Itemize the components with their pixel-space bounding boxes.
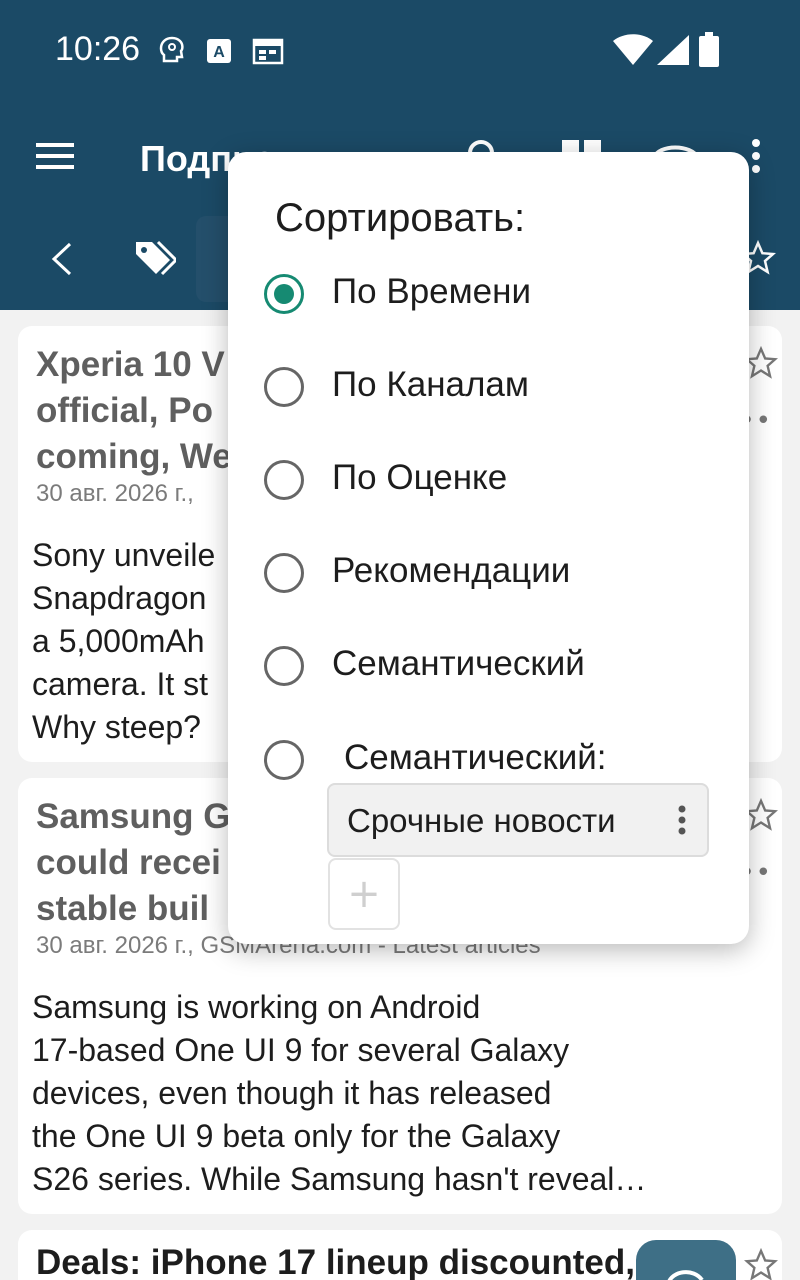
sort-option-semantic-query[interactable]: Семантический: xyxy=(264,730,734,790)
sort-option-label: Семантический: xyxy=(344,738,607,777)
overflow-menu-icon[interactable] xyxy=(751,139,761,173)
sort-dialog: Сортировать: По Времени По Каналам По Оц… xyxy=(228,152,749,944)
menu-icon[interactable] xyxy=(36,143,74,169)
radio-button[interactable] xyxy=(264,553,304,593)
favorite-star-icon[interactable] xyxy=(744,1248,778,1280)
sort-option-time[interactable]: По Времени xyxy=(264,264,734,324)
tags-icon[interactable] xyxy=(134,240,176,276)
signal-icon xyxy=(657,35,689,65)
sort-option-label: По Каналам xyxy=(332,365,529,404)
radio-button[interactable] xyxy=(264,740,304,780)
sort-option-label: Семантический xyxy=(332,644,585,683)
brain-icon xyxy=(159,36,184,63)
svg-text:A: A xyxy=(213,44,225,61)
sort-option-rating[interactable]: По Оценке xyxy=(264,450,734,510)
keyboard-a-icon: A xyxy=(207,39,231,63)
radio-button[interactable] xyxy=(264,367,304,407)
sort-option-label: По Оценке xyxy=(332,458,508,497)
refresh-fab[interactable] xyxy=(636,1240,736,1280)
sort-option-label: Рекомендации xyxy=(332,551,571,590)
sort-option-semantic[interactable]: Семантический xyxy=(264,636,734,696)
add-semantic-query-button[interactable]: + xyxy=(328,858,400,930)
sort-option-label: По Времени xyxy=(332,272,532,311)
chevron-left-icon[interactable] xyxy=(50,242,74,276)
semantic-query-chip[interactable]: Срочные новости xyxy=(327,783,709,857)
favorite-star-icon[interactable] xyxy=(744,346,778,380)
sort-option-channels[interactable]: По Каналам xyxy=(264,357,734,417)
wifi-icon xyxy=(613,34,653,65)
sort-dialog-title: Сортировать: xyxy=(275,196,526,240)
sort-option-recommendations[interactable]: Рекомендации xyxy=(264,543,734,603)
semantic-query-label: Срочные новости xyxy=(347,802,616,839)
favorite-star-icon[interactable] xyxy=(744,798,778,832)
chip-menu-icon[interactable] xyxy=(677,805,687,835)
article-title: Deals: iPhone 17 lineup discounted, xyxy=(36,1243,635,1280)
calendar-icon xyxy=(252,38,284,65)
radio-button[interactable] xyxy=(264,274,304,314)
radio-button[interactable] xyxy=(264,460,304,500)
battery-icon xyxy=(699,32,719,67)
article-summary: Samsung is working on Android 17-based O… xyxy=(32,989,647,1197)
refresh-icon xyxy=(667,1270,704,1280)
article-meta: 30 авг. 2026 г., xyxy=(36,480,194,507)
radio-button[interactable] xyxy=(264,646,304,686)
status-time: 10:26 xyxy=(55,30,141,68)
